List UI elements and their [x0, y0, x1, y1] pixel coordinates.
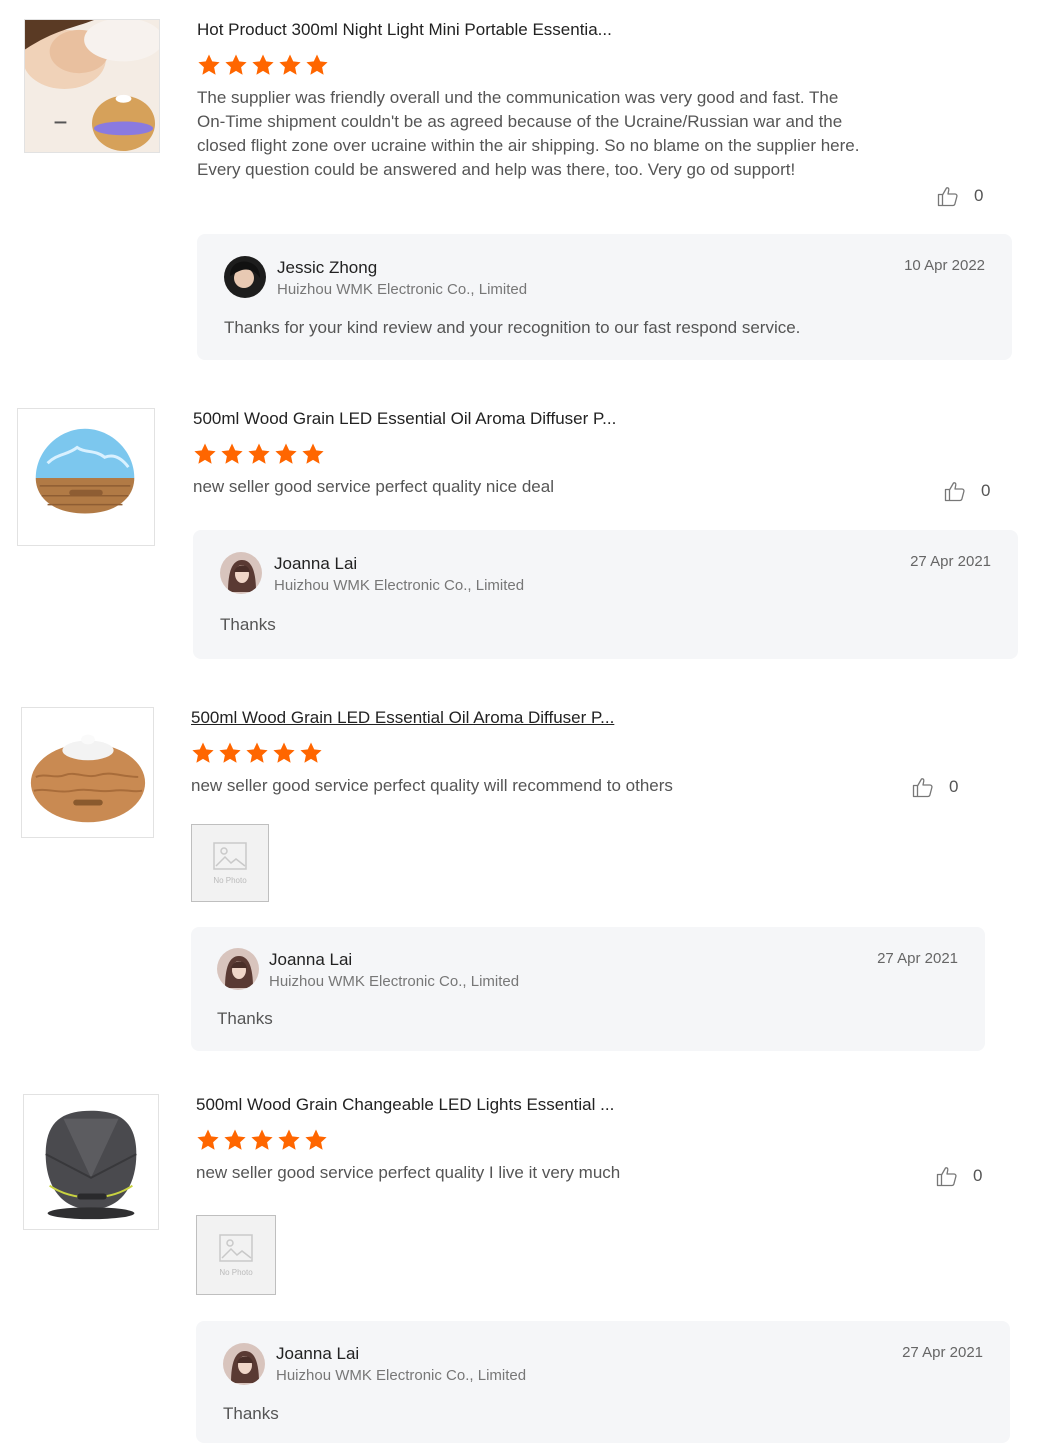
- thumbs-up-icon: [935, 1164, 959, 1188]
- rating-stars: [193, 442, 893, 466]
- reply-author-name: Joanna Lai: [276, 1344, 360, 1363]
- star-icon: [278, 53, 302, 77]
- product-thumbnail[interactable]: [23, 1094, 159, 1230]
- product-thumbnail[interactable]: [17, 408, 155, 546]
- star-icon: [224, 53, 248, 77]
- star-icon: [304, 1128, 328, 1152]
- image-placeholder-icon: [213, 842, 247, 870]
- star-icon: [250, 1128, 274, 1152]
- star-icon: [299, 741, 323, 765]
- like-count: 0: [974, 186, 984, 205]
- reply-text: Thanks for your kind review and your rec…: [224, 318, 801, 337]
- reply-text: Thanks: [220, 615, 276, 634]
- like-button[interactable]: 0: [936, 184, 983, 208]
- thumbs-up-icon: [936, 184, 960, 208]
- no-photo-label: No Photo: [219, 1267, 253, 1277]
- star-icon: [218, 741, 242, 765]
- product-image: [18, 409, 154, 545]
- avatar: [223, 1343, 265, 1385]
- reply-company: Huizhou WMK Electronic Co., Limited: [269, 973, 520, 990]
- reply-company: Huizhou WMK Electronic Co., Limited: [274, 577, 525, 594]
- star-icon: [197, 53, 221, 77]
- review-photo[interactable]: No Photo: [196, 1215, 276, 1295]
- star-icon: [245, 741, 269, 765]
- like-button[interactable]: 0: [943, 479, 990, 503]
- avatar: [217, 948, 259, 990]
- product-thumbnail[interactable]: [24, 19, 160, 153]
- like-count: 0: [949, 777, 959, 796]
- avatar: [224, 256, 266, 298]
- supplier-reply: Joanna Lai Huizhou WMK Electronic Co., L…: [193, 530, 1018, 659]
- reply-date: 10 Apr 2022: [904, 257, 985, 274]
- avatar: [220, 552, 262, 594]
- star-icon: [301, 442, 325, 466]
- supplier-reply: Joanna Lai Huizhou WMK Electronic Co., L…: [196, 1321, 1010, 1443]
- rating-stars: [196, 1128, 896, 1152]
- like-button[interactable]: 0: [935, 1164, 982, 1188]
- rating-stars: [197, 53, 867, 77]
- reply-company: Huizhou WMK Electronic Co., Limited: [276, 1367, 527, 1384]
- like-count: 0: [973, 1166, 983, 1185]
- reply-author-name: Joanna Lai: [269, 950, 353, 969]
- star-icon: [196, 1128, 220, 1152]
- star-icon: [223, 1128, 247, 1152]
- product-image: [24, 1095, 158, 1229]
- product-title-link[interactable]: 500ml Wood Grain LED Essential Oil Aroma…: [193, 408, 893, 430]
- review-text: new seller good service perfect quality …: [191, 776, 673, 795]
- reply-author-name: Jessic Zhong: [277, 258, 378, 277]
- product-image: [22, 708, 153, 837]
- star-icon: [193, 442, 217, 466]
- supplier-reply: Jessic Zhong Huizhou WMK Electronic Co.,…: [197, 234, 1012, 360]
- product-title-link[interactable]: Hot Product 300ml Night Light Mini Porta…: [197, 19, 867, 41]
- no-photo-label: No Photo: [213, 875, 247, 885]
- product-title-link[interactable]: 500ml Wood Grain LED Essential Oil Aroma…: [191, 707, 891, 729]
- thumbs-up-icon: [911, 775, 935, 799]
- reply-author-name: Joanna Lai: [274, 554, 358, 573]
- star-icon: [220, 442, 244, 466]
- review-text: The supplier was friendly overall und th…: [197, 88, 860, 179]
- product-image: [25, 20, 159, 152]
- review-text: new seller good service perfect quality …: [196, 1163, 621, 1182]
- star-icon: [274, 442, 298, 466]
- star-icon: [277, 1128, 301, 1152]
- star-icon: [191, 741, 215, 765]
- reply-text: Thanks: [217, 1009, 273, 1028]
- reply-date: 27 Apr 2021: [902, 1344, 983, 1361]
- reply-date: 27 Apr 2021: [877, 950, 958, 967]
- star-icon: [272, 741, 296, 765]
- supplier-reply: Joanna Lai Huizhou WMK Electronic Co., L…: [191, 927, 985, 1051]
- thumbs-up-icon: [943, 479, 967, 503]
- star-icon: [247, 442, 271, 466]
- like-button[interactable]: 0: [911, 775, 958, 799]
- product-title-link[interactable]: 500ml Wood Grain Changeable LED Lights E…: [196, 1094, 896, 1116]
- product-thumbnail[interactable]: [21, 707, 154, 838]
- reply-text: Thanks: [223, 1404, 279, 1423]
- star-icon: [305, 53, 329, 77]
- review-text: new seller good service perfect quality …: [193, 477, 554, 496]
- review-photo[interactable]: No Photo: [191, 824, 269, 902]
- reply-company: Huizhou WMK Electronic Co., Limited: [277, 281, 528, 298]
- image-placeholder-icon: [219, 1234, 253, 1262]
- star-icon: [251, 53, 275, 77]
- like-count: 0: [981, 481, 991, 500]
- rating-stars: [191, 741, 891, 765]
- reply-date: 27 Apr 2021: [910, 553, 991, 570]
